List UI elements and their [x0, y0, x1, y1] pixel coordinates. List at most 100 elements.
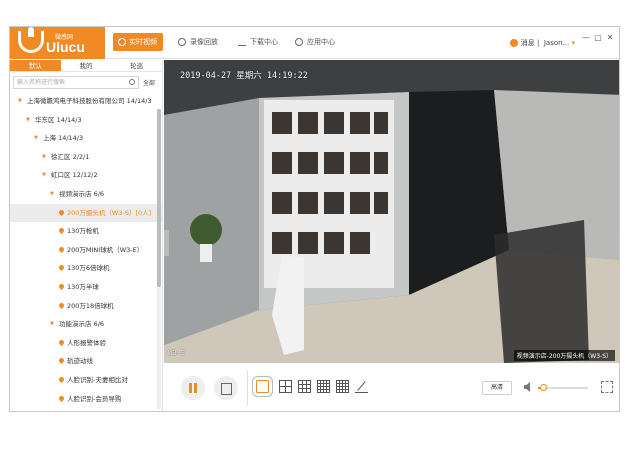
scrollbar-thumb[interactable] [157, 109, 161, 287]
tree-item-label: 200万MINI球机（W3-E） [67, 245, 144, 254]
nav-download-label: 下载中心 [250, 38, 278, 46]
tab-patrol[interactable]: 轮巡 [111, 60, 162, 71]
expand-toggle-icon[interactable]: ▼ [26, 111, 30, 129]
tree-item-label: 上海微瞻鸿电子科技股份有限公司 14/14/3 [27, 97, 152, 105]
search-input[interactable]: 输入名称进行搜索 [13, 76, 139, 89]
expand-toggle-icon[interactable]: ▼ [50, 185, 54, 203]
nav-live-video-label: 实时视频 [129, 38, 157, 46]
download-icon [238, 38, 246, 46]
app-window: 微感网 Ulucu 实时视频 录像回放 下载中心 应用中心 消息 | Jason… [9, 26, 620, 412]
logo-en: Ulucu [46, 39, 85, 55]
expand-panel-handle[interactable] [616, 230, 619, 256]
camera-item[interactable]: 人形报警体验 [10, 334, 162, 352]
camera-item[interactable]: 轨迹动线 [10, 352, 162, 370]
tree-item-label: 视频演示店 6/6 [59, 190, 105, 198]
snapshot-button[interactable] [214, 376, 238, 400]
sidebar-scrollbar[interactable] [157, 109, 161, 409]
close-icon[interactable]: ✕ [605, 33, 615, 42]
tree-group[interactable]: ▼ 华东区 14/14/3 [10, 111, 162, 129]
minimize-icon[interactable]: — [581, 33, 591, 42]
camera-pin-icon [57, 375, 66, 384]
collapse-sidebar-handle[interactable] [164, 230, 169, 256]
camera-pin-icon [57, 227, 66, 235]
layout-3x3-button[interactable] [298, 380, 311, 393]
tree-item-label: 华东区 14/14/3 [35, 115, 82, 124]
nav-playback[interactable]: 录像回放 [178, 33, 218, 51]
maximize-icon[interactable]: ▢ [593, 33, 603, 42]
expand-toggle-icon[interactable]: ▼ [42, 166, 46, 184]
expand-toggle-icon[interactable]: ▼ [18, 92, 22, 110]
user-name[interactable]: Jason... [544, 39, 569, 47]
tab-default[interactable]: 默认 [10, 60, 61, 71]
tree-item-label: 功能演示店 6/6 [59, 320, 105, 329]
camera-pin-icon [57, 264, 66, 272]
search-bar: 输入名称进行搜索 全部 [10, 75, 162, 92]
tree-item-label: 200万18倍球机 [67, 301, 114, 310]
logo: 微感网 Ulucu [10, 27, 105, 59]
volume-knob[interactable] [540, 384, 547, 391]
layout-2x2-button[interactable] [279, 380, 292, 393]
fullscreen-icon[interactable] [601, 381, 613, 393]
camera-item[interactable]: 200万18倍球机 [10, 297, 162, 315]
camera-item[interactable]: 130万枪机 [10, 222, 162, 240]
tree-group[interactable]: ▼ 上海微瞻鸿电子科技股份有限公司 14/14/3 [10, 92, 162, 110]
video-channel-label: 视频演示店-200万摄头机（W3-S） [513, 350, 615, 361]
user-area[interactable]: 消息 | Jason... ▾ [509, 38, 575, 48]
camera-item[interactable]: 人脸识别-夫妻相比对 [10, 371, 162, 389]
timestamp-osd: 2019-04-27 星期六 14:19:22 [180, 71, 308, 81]
control-bar: 高清 [164, 364, 619, 411]
layout-1x1-button[interactable] [256, 380, 269, 393]
layout-4x4-button[interactable] [317, 380, 330, 393]
speaker-icon[interactable] [524, 382, 530, 392]
tree-item-label: 徐汇区 2/2/1 [51, 152, 90, 161]
tree-item-label: 130万枪机 [67, 227, 99, 236]
camera-item[interactable]: 130万半球 [10, 278, 162, 296]
quality-selector[interactable]: 高清 [482, 381, 512, 395]
tree-item-label: 人脸识别-会员导购 [67, 394, 122, 403]
tab-mine[interactable]: 我的 [61, 60, 112, 71]
custom-layout-icon[interactable] [355, 380, 368, 393]
camera-item[interactable]: 人脸识别-会员导购 [10, 390, 162, 408]
video-viewport[interactable]: 2019-04-27 星期六 14:19:22 W3-S 视频演示店-200万摄… [164, 60, 619, 363]
camera-pin-icon [57, 338, 66, 346]
chevron-down-icon[interactable]: ▾ [571, 39, 575, 47]
nav-download-center[interactable]: 下载中心 [238, 33, 278, 51]
nav-playback-label: 录像回放 [190, 38, 218, 46]
pause-button[interactable] [181, 376, 205, 400]
logo-mark-icon [18, 27, 44, 53]
camera-osd: W3-S [168, 349, 185, 357]
nav-app-center[interactable]: 应用中心 [295, 33, 335, 51]
expand-toggle-icon[interactable]: ▼ [50, 315, 54, 333]
camera-pin-icon [57, 282, 66, 291]
layout-4x4-alt-button[interactable] [336, 380, 349, 393]
volume-slider[interactable] [538, 384, 588, 391]
tree-item-label: 200万摄头机（W3-S）[0人] [67, 208, 152, 217]
tree-group[interactable]: ▼ 虹口区 12/12/2 [10, 166, 162, 184]
nav-app-center-label: 应用中心 [307, 38, 335, 46]
expand-toggle-icon[interactable]: ▼ [42, 148, 46, 166]
tree-item-label: 上海 14/14/3 [43, 134, 84, 143]
camera-pin-icon [57, 301, 66, 309]
nav-live-video[interactable]: 实时视频 [113, 33, 163, 51]
tree-item-label: 人脸识别-夫妻相比对 [67, 376, 128, 384]
all-filter[interactable]: 全部 [143, 78, 155, 87]
tree-group[interactable]: ▼ 功能演示店 6/6 [10, 315, 162, 333]
tree-item-label: 130万半球 [67, 283, 99, 291]
camera-item[interactable]: 130万6倍球机 [10, 259, 162, 277]
camera-item[interactable]: 200万摄头机（W3-S）[0人] [10, 203, 162, 222]
tree-group[interactable]: ▼ 徐汇区 2/2/1 [10, 148, 162, 166]
expand-toggle-icon[interactable]: ▼ [34, 129, 38, 147]
camera-pin-icon [57, 357, 66, 365]
message-icon[interactable] [509, 39, 518, 47]
search-icon[interactable] [129, 79, 135, 85]
camera-pin-icon [57, 208, 66, 216]
live-video-icon [118, 38, 126, 46]
tree-group[interactable]: ▼ 上海 14/14/3 [10, 129, 162, 147]
top-bar: 微感网 Ulucu 实时视频 录像回放 下载中心 应用中心 消息 | Jason… [10, 27, 619, 59]
tree-group[interactable]: ▼ 视频演示店 6/6 [10, 185, 162, 203]
camera-scene [164, 60, 619, 363]
camera-pin-icon [57, 245, 66, 253]
message-label[interactable]: 消息 [521, 39, 535, 47]
camera-item[interactable]: 200万MINI球机（W3-E） [10, 241, 162, 259]
device-sidebar: 默认 我的 轮巡 输入名称进行搜索 全部 ▼ 上海微瞻鸿电子科技股份有限公司 14… [10, 60, 163, 411]
